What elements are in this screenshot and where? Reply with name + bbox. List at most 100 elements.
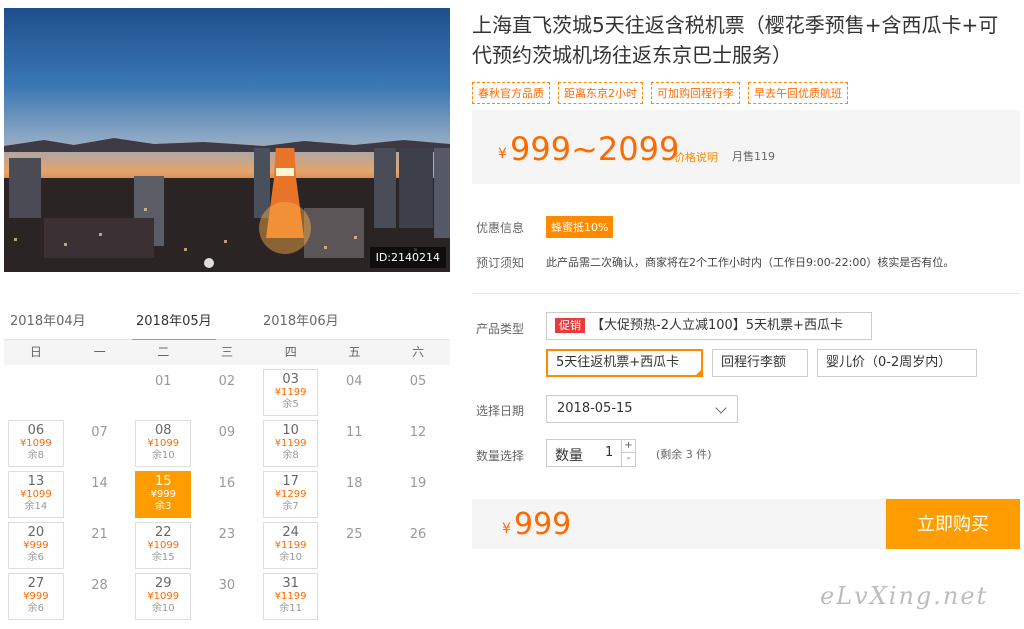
option-promo-flight-card[interactable]: 促销 【大促预热-2人立减100】5天机票+西瓜卡	[546, 312, 872, 340]
calendar-day-number: 16	[218, 476, 236, 491]
calendar-day: 12	[386, 418, 450, 469]
product-type-label: 产品类型	[476, 322, 525, 336]
date-select[interactable]: 2018-05-15	[546, 395, 738, 423]
calendar-day[interactable]: 22 ¥1099 余15	[131, 520, 195, 571]
option-flight-card[interactable]: 5天往返机票+西瓜卡	[546, 349, 703, 377]
buy-now-button[interactable]: 立即购买	[886, 499, 1020, 549]
notice-label: 预订须知	[476, 256, 525, 270]
calendar-day: 07	[68, 418, 132, 469]
calendar-day-box: 18	[326, 471, 382, 518]
calendar-day[interactable]: 13 ¥1099 余14	[4, 469, 68, 520]
calendar-day-box: 24 ¥1199 余10	[262, 522, 319, 569]
calendar-day[interactable]: 24 ¥1199 余10	[259, 520, 323, 571]
quantity-input[interactable]: 1	[605, 445, 613, 460]
calendar-day-box: 26	[390, 522, 446, 569]
option-label: 婴儿价（0-2周岁内）	[826, 355, 952, 370]
weekday-label: 三	[221, 345, 234, 359]
calendar-day-box: 08 ¥1099 余10	[135, 420, 192, 467]
monthly-sales: 月售119	[732, 150, 775, 163]
calendar-day: 16	[195, 469, 259, 520]
notice-text: 此产品需二次确认，商家将在2个工作小时内（工作日9:00-22:00）核实是否有…	[546, 256, 955, 269]
calendar-day-box: 09	[199, 420, 255, 467]
total-price: 999	[514, 507, 572, 542]
calendar-day-number: 23	[218, 527, 236, 542]
calendar-day: 04	[322, 367, 386, 418]
calendar-day-number: 21	[91, 527, 108, 542]
calendar-day[interactable]: 08 ¥1099 余10	[131, 418, 195, 469]
date-value: 2018-05-15	[557, 401, 633, 416]
quantity-increment-button[interactable]: +	[621, 440, 635, 453]
calendar-day-price: ¥999	[150, 489, 176, 500]
feature-tags: 春秋官方品质 距离东京2小时 可加购回程行李 早去午回优质航班	[472, 82, 848, 104]
calendar-week-row: 27 ¥999 余6 28 29 ¥1099 余10 30 31 ¥1199 余11	[4, 571, 450, 622]
carousel-dot[interactable]	[204, 258, 214, 268]
calendar-day: 01	[131, 367, 195, 418]
weekday-label: 二	[157, 345, 170, 359]
calendar-day-box: 06 ¥1099 余8	[8, 420, 64, 467]
calendar-day: 21	[68, 520, 132, 571]
weekday-label: 五	[348, 345, 361, 359]
calendar-day-box: 17 ¥1299 余7	[262, 471, 319, 518]
option-return-baggage[interactable]: 回程行李额	[712, 349, 808, 377]
calendar-day[interactable]: 06 ¥1099 余8	[4, 418, 68, 469]
calendar-day-remaining: 余6	[27, 603, 45, 614]
option-infant-price[interactable]: 婴儿价（0-2周岁内）	[817, 349, 977, 377]
calendar-day-remaining: 余10	[151, 603, 175, 614]
product-title: 上海直飞茨城5天往返含税机票（樱花季预售+含西瓜卡+可代预约茨城机场往返东京巴士…	[472, 13, 999, 67]
calendar-day-box: 29 ¥1099 余10	[135, 573, 192, 620]
hot-badge: 促销	[555, 318, 585, 333]
feature-tag: 距离东京2小时	[558, 82, 643, 104]
calendar-empty-cell	[386, 571, 450, 622]
calendar-day-number: 27	[27, 576, 45, 591]
calendar-day-number: 01	[154, 374, 172, 389]
option-label: 5天往返机票+西瓜卡	[556, 355, 680, 370]
calendar-day-remaining: 余5	[282, 399, 299, 410]
calendar-week-row: 01 02 03 ¥1199 余5 04 05	[4, 367, 450, 418]
calendar-day-number: 15	[154, 474, 172, 489]
calendar-day[interactable]: 10 ¥1199 余8	[259, 418, 323, 469]
calendar-day-price: ¥999	[23, 591, 49, 602]
promo-badge: 蜂蜜抵10%	[546, 216, 614, 238]
calendar-day-number: 07	[91, 425, 108, 440]
price-explain-link[interactable]: 价格说明	[674, 149, 718, 165]
calendar-day[interactable]: 17 ¥1299 余7	[259, 469, 323, 520]
image-id-label: ID:2140214	[369, 247, 446, 268]
calendar-day-remaining: 余7	[282, 501, 299, 512]
calendar-day-price: ¥999	[23, 540, 49, 551]
calendar-day-box: 25	[326, 522, 382, 569]
month-tab-june[interactable]: 2018年06月	[263, 310, 339, 329]
calendar-day-remaining: 余8	[282, 450, 299, 461]
calendar-day-price: ¥1099	[19, 489, 52, 500]
calendar-day: 09	[195, 418, 259, 469]
quantity-decrement-button[interactable]: -	[621, 453, 635, 466]
calendar-day-number: 11	[346, 425, 363, 440]
calendar-day-number: 31	[282, 576, 299, 591]
calendar-day-number: 28	[91, 578, 108, 593]
remaining-stock: (剩余 3 件)	[656, 448, 712, 461]
calendar-day-price: ¥1199	[274, 387, 307, 398]
month-tabs: 2018年04月 2018年05月 2018年06月	[4, 300, 450, 341]
calendar-day[interactable]: 31 ¥1199 余11	[259, 571, 323, 622]
month-tab-may[interactable]: 2018年05月	[132, 310, 216, 341]
calendar-day-price: ¥1199	[274, 540, 307, 551]
feature-tag: 早去午回优质航班	[748, 82, 848, 104]
calendar-day-price: ¥1099	[147, 438, 180, 449]
calendar-day[interactable]: 20 ¥999 余6	[4, 520, 68, 571]
calendar-grid: 01 02 03 ¥1199 余5 04 05 06 ¥1099 余8 07 08 ¥1099 余10 09…	[4, 367, 450, 622]
calendar-day[interactable]: 27 ¥999 余6	[4, 571, 68, 622]
calendar-day[interactable]: 15 ¥999 余3	[131, 469, 195, 520]
product-photo: ID:2140214	[4, 8, 450, 272]
calendar-day-box: 13 ¥1099 余14	[8, 471, 64, 518]
divider	[472, 293, 1020, 294]
month-tab-april[interactable]: 2018年04月	[10, 310, 86, 329]
calendar-day[interactable]: 03 ¥1199 余5	[259, 367, 323, 418]
calendar-day: 18	[322, 469, 386, 520]
calendar-empty-cell	[4, 367, 68, 418]
calendar-day: 26	[386, 520, 450, 571]
calendar-day-price: ¥1299	[274, 489, 307, 500]
calendar-day-number: 12	[409, 425, 427, 440]
calendar-day-number: 09	[218, 425, 236, 440]
calendar-day[interactable]: 29 ¥1099 余10	[131, 571, 195, 622]
selected-check-icon	[694, 368, 703, 377]
calendar-day-number: 04	[346, 374, 363, 389]
